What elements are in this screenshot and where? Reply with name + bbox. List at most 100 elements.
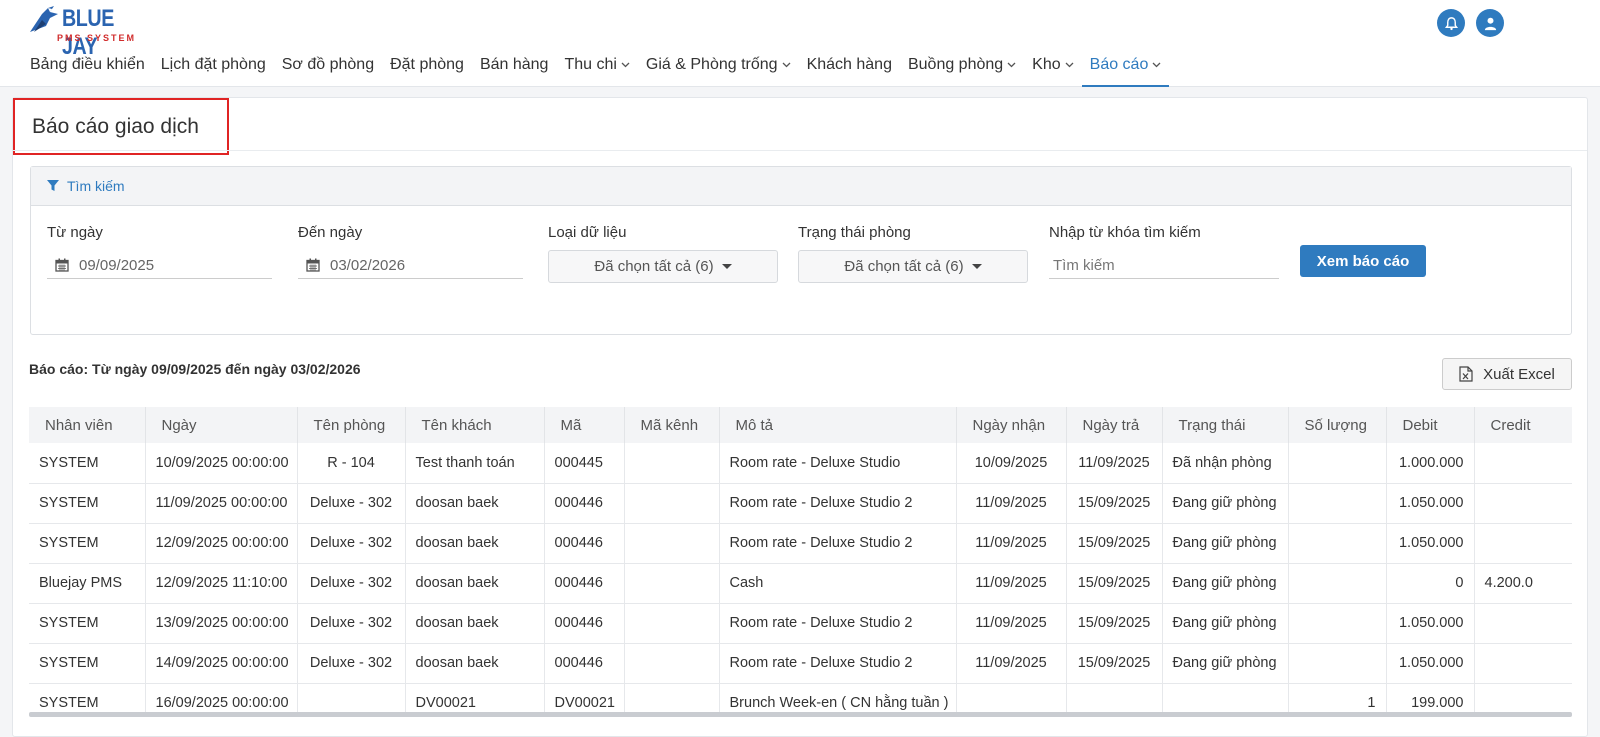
table-cell: 000446 — [544, 603, 625, 644]
table-cell: 000446 — [544, 643, 625, 684]
column-header[interactable]: Mã — [544, 407, 625, 443]
table-cell: 4.200.0 — [1474, 563, 1572, 604]
table-cell: 11/09/2025 — [956, 483, 1067, 524]
table-cell: Room rate - Deluxe Studio 2 — [719, 603, 957, 644]
transactions-table: Nhân viên Ngày Tên phòng Tên khách Mã Mã kênh… — [29, 407, 1572, 717]
table-cell: 000446 — [544, 483, 625, 524]
table-cell: SYSTEM — [29, 443, 146, 484]
table-cell: Room rate - Deluxe Studio 2 — [719, 483, 957, 524]
table-cell: Đang giữ phòng — [1162, 483, 1289, 524]
column-header[interactable]: Mã kênh — [624, 407, 720, 443]
caret-down-icon — [721, 264, 732, 269]
nav-item-label: Thu chi — [564, 56, 617, 73]
table-cell: SYSTEM — [29, 523, 146, 564]
page-title: Báo cáo giao dịch — [32, 115, 199, 138]
column-header[interactable]: Debit — [1386, 407, 1475, 443]
nav-item-label: Kho — [1032, 56, 1061, 73]
column-header[interactable]: Ngày nhận — [956, 407, 1067, 443]
table-cell: doosan baek — [405, 643, 545, 684]
table-cell — [1288, 483, 1387, 524]
table-cell: 1.050.000 — [1386, 483, 1475, 524]
column-header[interactable]: Ngày trả — [1066, 407, 1163, 443]
table-row[interactable]: SYSTEM 13/09/2025 00:00:00 Deluxe - 302 doo… — [29, 603, 1572, 644]
report-range-text: Báo cáo: Từ ngày 09/09/2025 đến ngày 03/… — [29, 361, 361, 377]
chevron-down-icon — [621, 60, 630, 71]
calendar-icon — [55, 258, 69, 272]
table-cell: 11/09/2025 — [956, 563, 1067, 604]
column-header[interactable]: Credit — [1474, 407, 1572, 443]
table-row[interactable]: SYSTEM 14/09/2025 00:00:00 Deluxe - 302 doo… — [29, 643, 1572, 684]
from-date-input[interactable]: 09/09/2025 — [47, 252, 272, 279]
table-cell: 1.050.000 — [1386, 643, 1475, 684]
from-date-label: Từ ngày — [47, 224, 103, 241]
nav-item-4[interactable]: Bán hàng — [472, 51, 557, 87]
table-cell: 1.050.000 — [1386, 523, 1475, 564]
page-title-highlight: Báo cáo giao dịch — [13, 98, 229, 155]
notifications-button[interactable] — [1437, 9, 1465, 37]
table-cell — [1288, 443, 1387, 484]
room-status-select[interactable]: Đã chọn tất cả (6) — [798, 250, 1028, 283]
keyword-input[interactable] — [1049, 252, 1279, 279]
table-row[interactable]: SYSTEM 10/09/2025 00:00:00 R - 104 Test tha… — [29, 443, 1572, 484]
to-date-value: 03/02/2026 — [330, 256, 406, 274]
nav-item-9[interactable]: Kho — [1024, 51, 1081, 87]
table-cell: Deluxe - 302 — [297, 483, 406, 524]
filter-icon — [47, 180, 59, 191]
view-report-button[interactable]: Xem báo cáo — [1300, 245, 1426, 277]
table-cell: 13/09/2025 00:00:00 — [145, 603, 298, 644]
nav-item-8[interactable]: Buồng phòng — [900, 51, 1024, 87]
search-heading: Tìm kiếm — [67, 178, 125, 194]
nav-item-2[interactable]: Sơ đồ phòng — [274, 51, 382, 87]
table-row[interactable]: SYSTEM 12/09/2025 00:00:00 Deluxe - 302 doo… — [29, 523, 1572, 564]
column-header[interactable]: Tên khách — [405, 407, 545, 443]
table-cell: SYSTEM — [29, 643, 146, 684]
table-header-row: Nhân viên Ngày Tên phòng Tên khách Mã Mã kênh… — [29, 407, 1572, 443]
search-header[interactable]: Tìm kiếm — [31, 167, 1571, 206]
nav-item-label: Báo cáo — [1089, 56, 1149, 73]
nav-item-0[interactable]: Bảng điều khiển — [22, 51, 153, 87]
table-cell: 14/09/2025 00:00:00 — [145, 643, 298, 684]
column-header[interactable]: Nhân viên — [29, 407, 146, 443]
table-cell: 11/09/2025 — [956, 643, 1067, 684]
column-header[interactable]: Tên phòng — [297, 407, 406, 443]
divider — [13, 150, 1587, 151]
column-header[interactable]: Ngày — [145, 407, 298, 443]
nav-item-label: Khách hàng — [806, 56, 892, 73]
column-header[interactable]: Trạng thái — [1162, 407, 1289, 443]
nav-item-7[interactable]: Khách hàng — [799, 51, 900, 87]
table-cell: 000446 — [544, 563, 625, 604]
nav-item-6[interactable]: Giá & Phòng trống — [638, 51, 799, 87]
table-cell: 12/09/2025 11:10:00 — [145, 563, 298, 604]
nav-item-1[interactable]: Lịch đặt phòng — [153, 51, 274, 87]
from-date-value: 09/09/2025 — [79, 256, 155, 274]
user-menu-button[interactable] — [1476, 9, 1504, 37]
table-cell: 1.000.000 — [1386, 443, 1475, 484]
table-cell: 11/09/2025 — [956, 603, 1067, 644]
table-cell: Room rate - Deluxe Studio 2 — [719, 523, 957, 564]
to-date-input[interactable]: 03/02/2026 — [298, 252, 523, 279]
table-cell: doosan baek — [405, 603, 545, 644]
nav-item-5[interactable]: Thu chi — [556, 51, 637, 87]
table-cell — [1288, 603, 1387, 644]
logo[interactable]: BLUE JAY PMS SYSTEM — [28, 2, 140, 60]
nav-item-label: Buồng phòng — [907, 56, 1004, 73]
horizontal-scrollbar[interactable] — [29, 712, 1572, 717]
table-row[interactable]: SYSTEM 11/09/2025 00:00:00 Deluxe - 302 doo… — [29, 483, 1572, 524]
data-type-select[interactable]: Đã chọn tất cả (6) — [548, 250, 778, 283]
table-cell: Deluxe - 302 — [297, 603, 406, 644]
nav-item-10[interactable]: Báo cáo — [1081, 51, 1170, 87]
table-cell — [624, 563, 720, 604]
transactions-table-container[interactable]: Nhân viên Ngày Tên phòng Tên khách Mã Mã kênh… — [29, 407, 1572, 717]
nav-item-label: Lịch đặt phòng — [160, 56, 266, 73]
table-cell: 15/09/2025 — [1066, 563, 1163, 604]
nav-item-3[interactable]: Đặt phòng — [382, 51, 472, 87]
column-header[interactable]: Mô tả — [719, 407, 957, 443]
column-header[interactable]: Số lượng — [1288, 407, 1387, 443]
to-date-label: Đến ngày — [298, 224, 363, 241]
table-cell: 10/09/2025 00:00:00 — [145, 443, 298, 484]
table-cell — [1474, 443, 1572, 484]
export-excel-button[interactable]: Xuất Excel — [1442, 358, 1572, 390]
table-row[interactable]: Bluejay PMS 12/09/2025 11:10:00 Deluxe - 3… — [29, 563, 1572, 604]
table-cell: doosan baek — [405, 563, 545, 604]
caret-down-icon — [971, 264, 982, 269]
